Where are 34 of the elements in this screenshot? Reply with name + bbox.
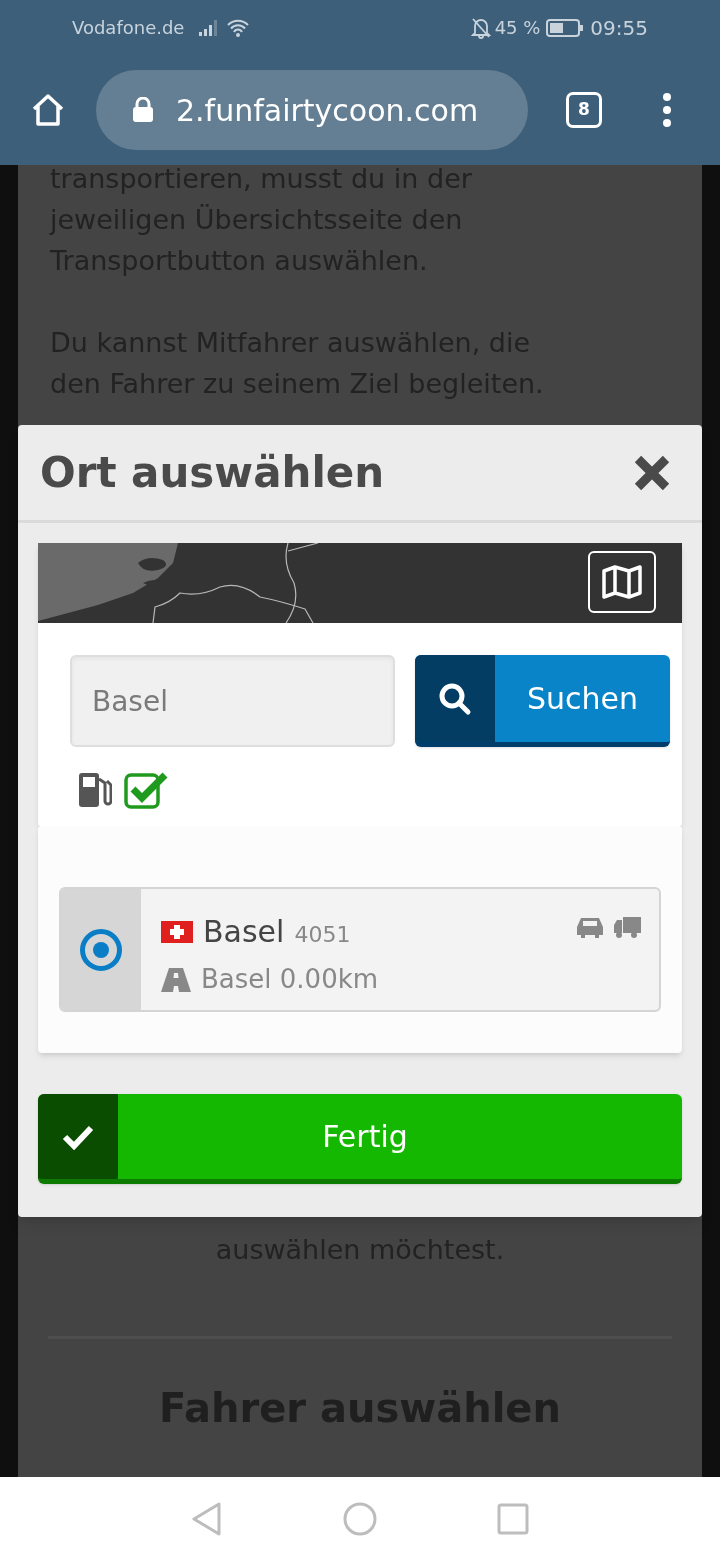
- map-icon: [602, 565, 642, 599]
- place-name: Basel: [203, 913, 285, 951]
- recent-apps-icon[interactable]: [497, 1502, 529, 1535]
- address-bar[interactable]: 2.funfairtycoon.com: [96, 70, 528, 150]
- search-field[interactable]: Basel: [70, 655, 395, 747]
- postcode: 4051: [294, 921, 351, 949]
- road-icon: [161, 967, 191, 992]
- menu-icon[interactable]: [662, 93, 672, 127]
- home-icon[interactable]: [30, 92, 66, 128]
- fuel-pump-icon: [78, 771, 112, 809]
- done-button[interactable]: Fertig: [38, 1094, 682, 1184]
- flag-icon: [161, 920, 193, 943]
- radio-button[interactable]: [80, 928, 122, 971]
- battery-percent: 45 %: [494, 16, 541, 40]
- result-item[interactable]: Basel 4051 Basel 0.00km: [59, 887, 661, 1012]
- lock-icon: [132, 97, 154, 123]
- tab-count-button[interactable]: 8: [566, 92, 602, 128]
- fuel-checkbox[interactable]: [124, 771, 166, 809]
- dialog-title: Ort auswählen: [40, 447, 386, 499]
- truck-icon: [613, 915, 641, 939]
- wifi-icon: [226, 17, 251, 38]
- home-button-icon[interactable]: [343, 1501, 377, 1536]
- url-text: 2.funfairtycoon.com: [176, 91, 479, 130]
- route-distance: Basel 0.00km: [201, 963, 379, 996]
- map-button[interactable]: [588, 551, 656, 613]
- carrier-name: Vodafone.de: [72, 16, 185, 40]
- search-icon: [438, 681, 472, 716]
- check-icon: [62, 1123, 94, 1150]
- search-button[interactable]: Suchen: [415, 655, 670, 747]
- battery-icon: [546, 17, 585, 38]
- clock: 09:55: [590, 14, 648, 42]
- back-icon[interactable]: [191, 1501, 223, 1536]
- car-icon: [575, 915, 605, 939]
- bell-muted-icon: [470, 16, 491, 39]
